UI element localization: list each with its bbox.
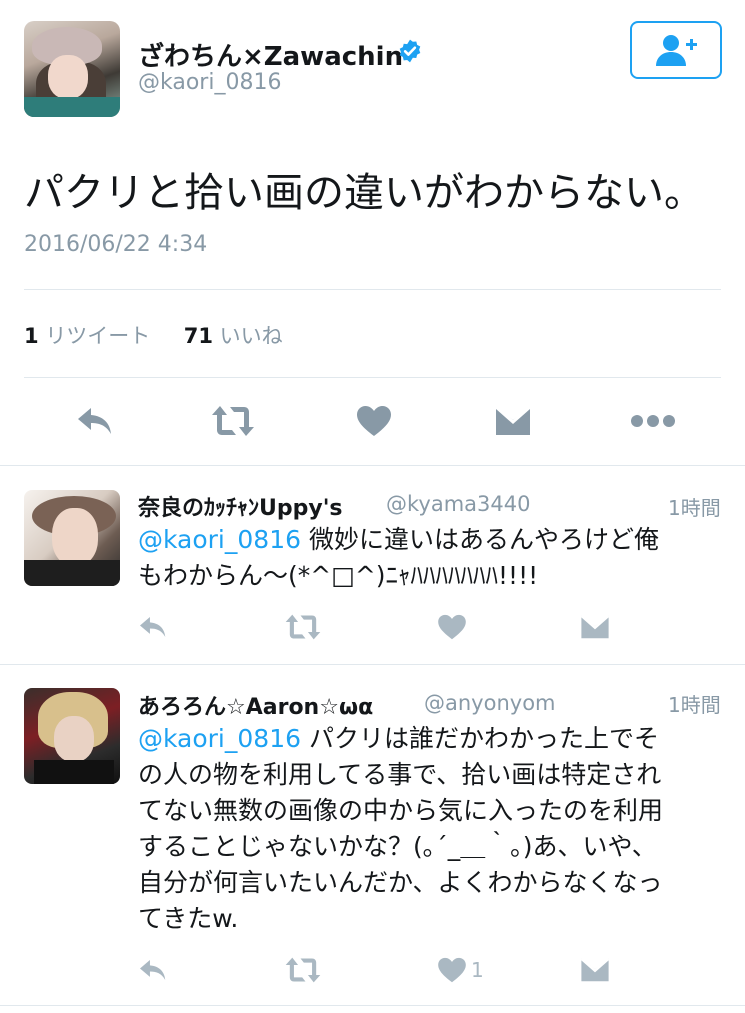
retweet-icon xyxy=(285,614,321,640)
reply-icon xyxy=(140,960,166,980)
direct-message-button[interactable] xyxy=(576,953,614,987)
reply-display-name[interactable]: あろろん☆Aaron☆ωα xyxy=(138,689,373,721)
author-avatar[interactable] xyxy=(24,21,120,117)
reply-mention[interactable]: @kaori_0816 xyxy=(138,525,301,554)
reply-text-line: 自分が何言いたいんだか、よくわからなくなっ xyxy=(138,868,663,897)
like-count[interactable]: 71 xyxy=(184,324,213,348)
direct-message-button[interactable] xyxy=(490,398,536,444)
author-display-name[interactable]: ざわちん×Zawachin xyxy=(138,36,403,73)
divider xyxy=(0,664,745,665)
tweet-timestamp[interactable]: 2016/06/22 4:34 xyxy=(24,232,207,257)
reply-text-line: 微妙に違いはあるんやろけど俺 xyxy=(301,525,659,554)
like-label[interactable]: いいね xyxy=(220,324,283,348)
reply-text-line: てない無数の画像の中から気に入ったのを利用 xyxy=(138,796,664,825)
reply-text-line: もわからん〜(*^□^)ﾆｬﾊﾊﾊﾊﾊﾊﾊ!!!! xyxy=(138,561,539,590)
direct-message-button[interactable] xyxy=(576,610,614,644)
divider xyxy=(0,1005,745,1006)
envelope-icon xyxy=(580,957,610,982)
tweet-stats: 1 リツイート 71 いいね xyxy=(24,320,283,350)
reply-text-line: の人の物を利用してる事で、拾い画は特定され xyxy=(138,760,662,789)
avatar-face xyxy=(54,716,94,762)
retweet-label[interactable]: リツイート xyxy=(45,324,150,348)
divider xyxy=(0,465,745,466)
avatar-coat xyxy=(34,760,114,784)
more-button[interactable] xyxy=(630,398,676,444)
reply-avatar[interactable] xyxy=(24,688,120,784)
reply-icon xyxy=(78,408,111,434)
reply-button[interactable] xyxy=(134,610,172,644)
reply-avatar[interactable] xyxy=(24,490,120,586)
reply-time[interactable]: 1時間 xyxy=(668,689,721,718)
reply-button[interactable] xyxy=(72,398,118,444)
heart-icon xyxy=(438,614,466,640)
avatar-shirt xyxy=(24,560,120,586)
reply-text-line: てきたw. xyxy=(138,904,239,933)
reply-text-line: パクリは誰だかわかった上でそ xyxy=(301,724,659,753)
add-user-icon xyxy=(656,35,697,66)
divider xyxy=(24,377,721,378)
heart-icon xyxy=(357,406,391,436)
retweet-icon xyxy=(212,406,254,436)
envelope-icon xyxy=(580,614,610,639)
reply-display-name[interactable]: 奈良のｶｯﾁｬﾝUppy's xyxy=(138,490,343,522)
follow-button[interactable] xyxy=(630,21,722,79)
reply-handle[interactable]: @kyama3440 xyxy=(386,492,530,516)
envelope-icon xyxy=(495,405,531,435)
divider xyxy=(24,289,721,290)
reply-text: @kaori_0816 微妙に違いはあるんやろけど俺 もわからん〜(*^□^)ﾆ… xyxy=(138,522,728,594)
retweet-icon xyxy=(285,957,321,983)
reply-handle[interactable]: @anyonyom xyxy=(424,691,556,715)
reply-icon xyxy=(140,617,166,637)
reply-like-count[interactable]: 1 xyxy=(471,958,484,982)
avatar-face xyxy=(48,55,88,99)
avatar-face xyxy=(52,508,98,566)
tweet-text: パクリと拾い画の違いがわからない。 xyxy=(24,170,704,216)
retweet-button[interactable] xyxy=(284,953,322,987)
retweet-button[interactable] xyxy=(210,398,256,444)
reply-button[interactable] xyxy=(134,953,172,987)
retweet-count[interactable]: 1 xyxy=(24,324,39,348)
verified-badge-icon xyxy=(399,39,421,63)
heart-icon xyxy=(438,957,466,983)
author-handle[interactable]: @kaori_0816 xyxy=(138,70,281,95)
reply-text: @kaori_0816 パクリは誰だかわかった上でそ の人の物を利用してる事で、… xyxy=(138,721,728,937)
reply-text-line: することじゃないかな？(｡´_＿｀｡)あ、いや、 xyxy=(138,832,657,861)
like-button[interactable] xyxy=(433,610,471,644)
like-button[interactable] xyxy=(433,953,471,987)
reply-time[interactable]: 1時間 xyxy=(668,492,721,521)
reply-mention[interactable]: @kaori_0816 xyxy=(138,724,301,753)
like-button[interactable] xyxy=(351,398,397,444)
more-dots-icon xyxy=(631,415,675,427)
avatar-coat xyxy=(24,97,120,117)
retweet-button[interactable] xyxy=(284,610,322,644)
